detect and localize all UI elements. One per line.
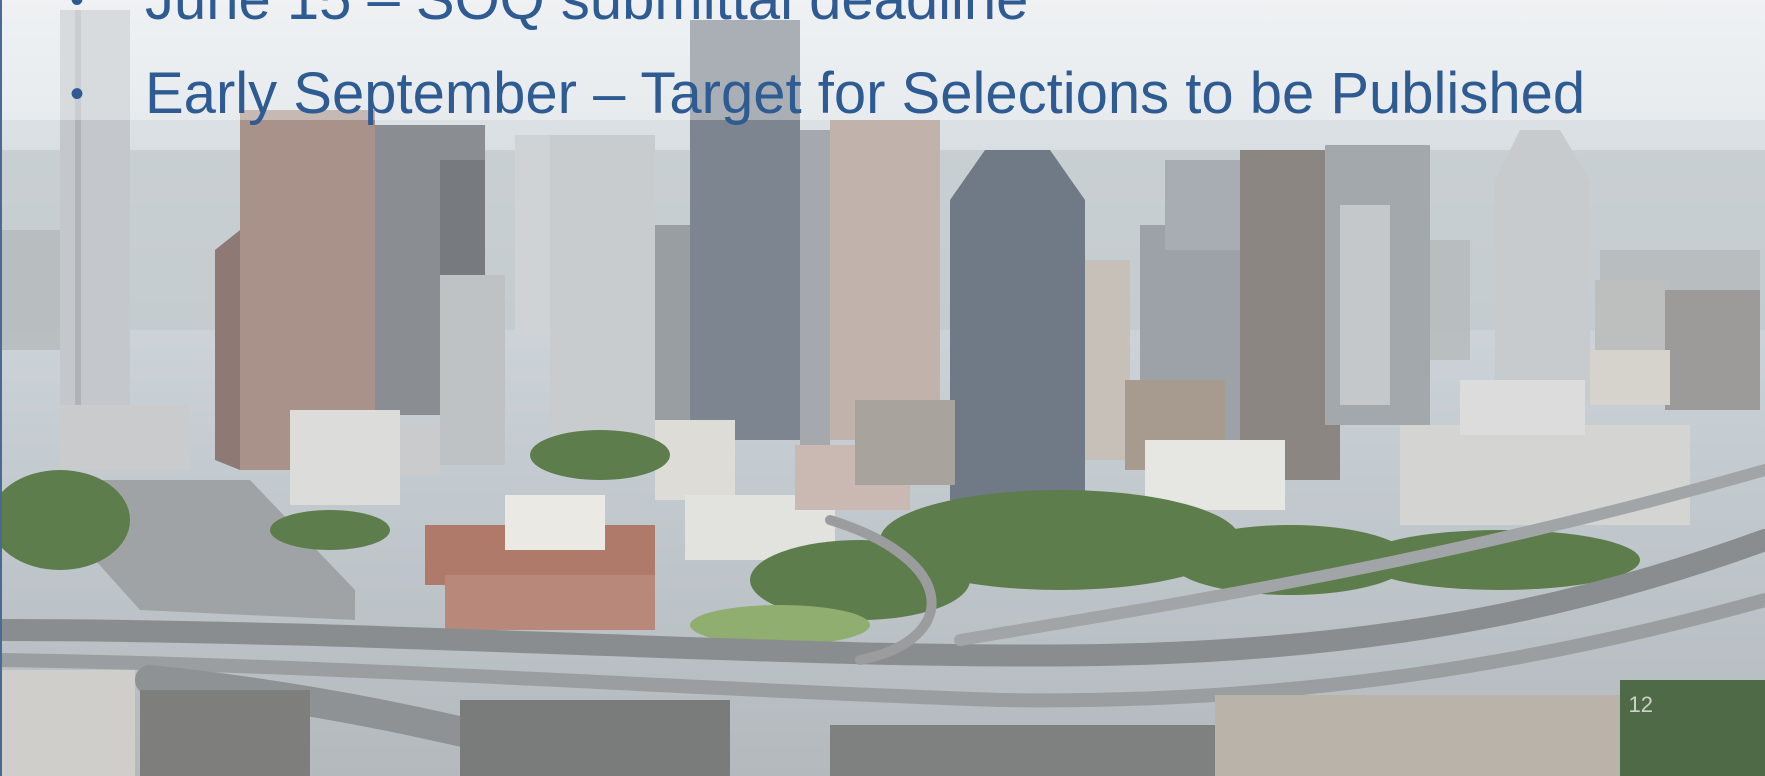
bullet-item-soq-deadline: • June 15 – SOQ submittal deadline	[70, 0, 1028, 40]
slide-left-border	[0, 0, 2, 776]
slide-page-number: 12	[1628, 692, 1653, 717]
bullet-item-selections-published: • Early September – Target for Selections…	[70, 54, 1585, 134]
bullet-text: Early September – Target for Selections …	[145, 61, 1586, 126]
slide: • June 15 – SOQ submittal deadline • Early…	[0, 0, 1765, 776]
bullet-marker: •	[70, 0, 85, 22]
bullet-marker: •	[70, 72, 85, 116]
bullet-text: June 15 – SOQ submittal deadline	[145, 0, 1028, 32]
